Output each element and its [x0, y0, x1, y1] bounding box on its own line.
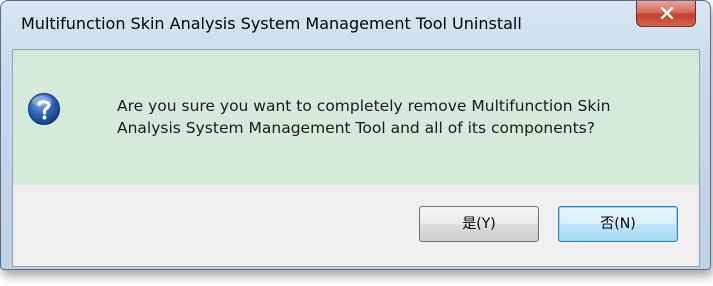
window-title: Multifunction Skin Analysis System Manag… [21, 14, 522, 33]
confirmation-message: Are you sure you want to completely remo… [117, 97, 611, 137]
no-button[interactable]: 否(N) [558, 206, 678, 242]
question-icon [28, 93, 60, 125]
title-bar[interactable]: Multifunction Skin Analysis System Manag… [1, 1, 710, 49]
yes-button[interactable]: 是(Y) [419, 206, 539, 242]
message-area: Are you sure you want to completely remo… [13, 50, 699, 185]
close-button[interactable] [636, 1, 696, 27]
close-icon [660, 7, 674, 19]
dialog-client-area: Are you sure you want to completely remo… [12, 49, 700, 267]
uninstall-dialog-window: Multifunction Skin Analysis System Manag… [0, 0, 711, 270]
